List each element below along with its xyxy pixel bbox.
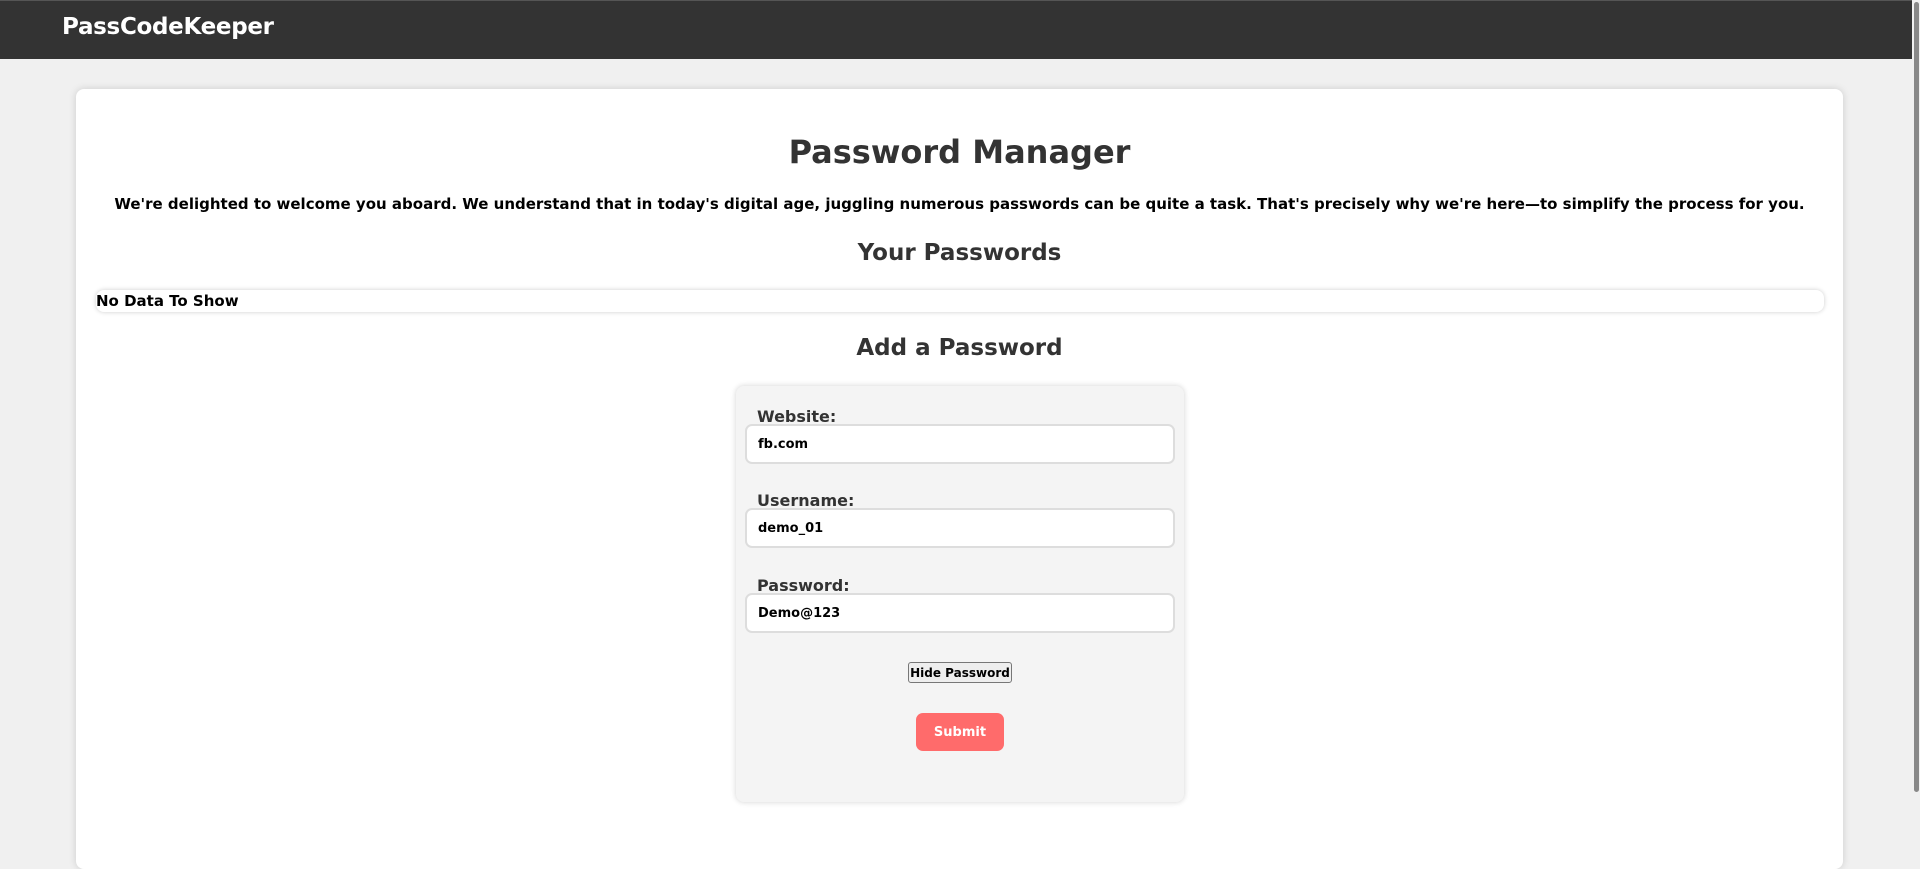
scrollbar[interactable] [1912, 0, 1920, 846]
navbar: PassCodeKeeper [0, 0, 1912, 59]
submit-button[interactable]: Submit [916, 713, 1004, 751]
welcome-text: We're delighted to welcome you aboard. W… [114, 195, 1805, 213]
main-card: Password Manager We're delighted to welc… [76, 89, 1843, 869]
brand-logo[interactable]: PassCodeKeeper [62, 14, 274, 40]
website-input[interactable] [745, 424, 1175, 464]
add-password-heading: Add a Password [856, 335, 1063, 361]
your-passwords-heading: Your Passwords [857, 240, 1062, 266]
passwords-table-empty: No Data To Show [96, 290, 1824, 312]
add-password-form: Website: Username: Password: Hide Passwo… [736, 386, 1184, 802]
page-title: Password Manager [788, 133, 1131, 171]
password-input[interactable] [745, 593, 1175, 633]
hide-password-button[interactable]: Hide Password [908, 662, 1012, 683]
scrollbar-thumb[interactable] [1914, 2, 1919, 792]
username-input[interactable] [745, 508, 1175, 548]
